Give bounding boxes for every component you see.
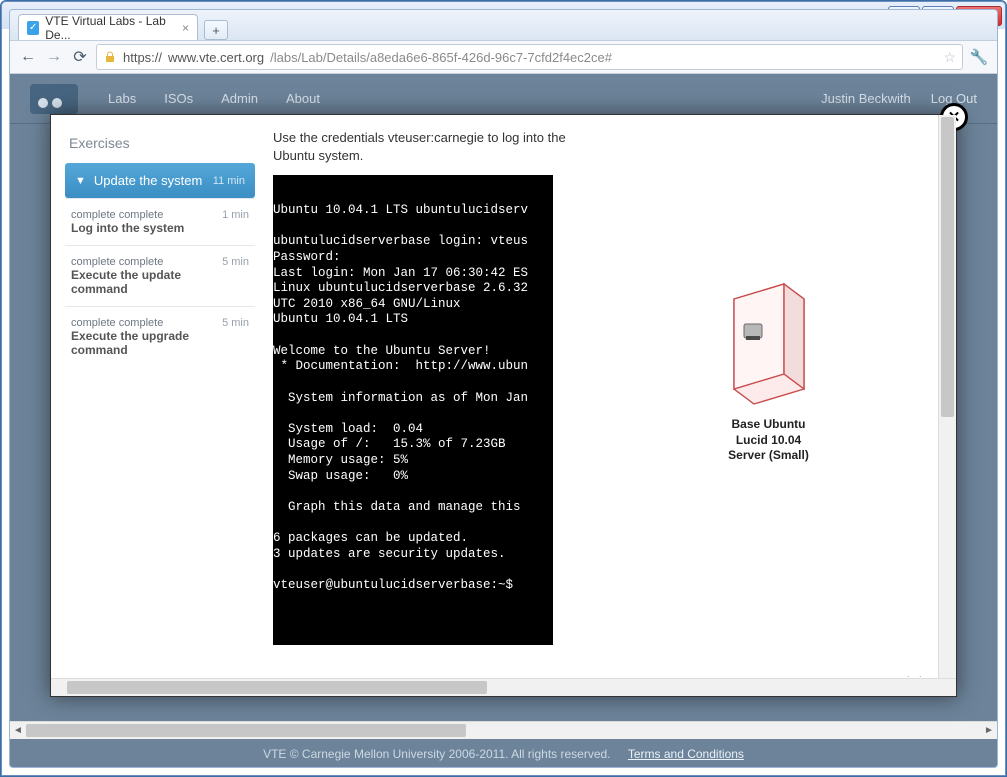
page-viewport: Labs ISOs Admin About Justin Beckwith Lo… (10, 74, 997, 767)
wrench-menu-icon[interactable]: 🔧 (969, 48, 989, 66)
address-bar[interactable]: https:// www.vte.cert.org/labs/Lab/Detail… (96, 44, 963, 70)
vm-panel: Base Ubuntu Lucid 10.04 Server (Small) ⋰… (601, 129, 936, 676)
favicon: ✓ (27, 21, 39, 35)
sidebar-heading: Exercises (65, 129, 255, 163)
exercise-status: complete complete (71, 256, 214, 268)
browser-chrome: ✓ VTE Virtual Labs - Lab De... × + ← → ⟳… (9, 9, 998, 768)
instruction-text: Use the credentials vteuser:carnegie to … (273, 129, 573, 165)
url-host: www.vte.cert.org (168, 50, 264, 65)
scroll-thumb[interactable] (26, 724, 466, 737)
nav-admin[interactable]: Admin (221, 91, 258, 106)
browser-toolbar: ← → ⟳ https:// www.vte.cert.org/labs/Lab/… (10, 40, 997, 74)
nav-labs[interactable]: Labs (108, 91, 136, 106)
scroll-right-arrow-icon[interactable]: ► (981, 722, 997, 739)
site-logo[interactable] (30, 84, 78, 114)
exercise-active-label: Update the system (94, 173, 202, 188)
exercise-title: Execute the update command (71, 268, 181, 296)
exercise-duration: 5 min (222, 317, 249, 329)
reload-icon[interactable]: ⟳ (70, 47, 90, 67)
terminal-output[interactable]: Ubuntu 10.04.1 LTS ubuntulucidserv ubunt… (273, 175, 553, 645)
vm-label: Base Ubuntu Lucid 10.04 Server (Small) (601, 417, 936, 464)
exercise-item[interactable]: complete complete Log into the system 1 … (65, 198, 255, 245)
bookmark-star-icon[interactable]: ☆ (943, 49, 956, 66)
url-scheme: https:// (123, 50, 162, 65)
chevron-down-icon: ▼ (75, 175, 86, 187)
exercise-active[interactable]: ▼ Update the system 11 min (65, 163, 255, 198)
modal-horizontal-scrollbar[interactable] (51, 678, 956, 696)
exercise-status: complete complete (71, 209, 214, 221)
exercise-duration: 5 min (222, 256, 249, 268)
nav-about[interactable]: About (286, 91, 320, 106)
footer-terms-link[interactable]: Terms and Conditions (628, 747, 744, 761)
lab-main: Use the credentials vteuser:carnegie to … (273, 129, 583, 676)
exercises-sidebar: Exercises ▼ Update the system 11 min com… (65, 129, 255, 676)
nav-isos[interactable]: ISOs (164, 91, 193, 106)
os-window: — ❐ ✕ ✓ VTE Virtual Labs - Lab De... × +… (0, 0, 1007, 777)
exercise-status: complete complete (71, 317, 214, 329)
user-name[interactable]: Justin Beckwith (821, 91, 911, 106)
footer-copyright: VTE © Carnegie Mellon University 2006-20… (263, 747, 610, 761)
exercise-active-duration: 11 min (213, 175, 245, 187)
page-horizontal-scrollbar[interactable]: ◄ ► (10, 721, 997, 739)
browser-tab[interactable]: ✓ VTE Virtual Labs - Lab De... × (18, 14, 198, 40)
new-tab-button[interactable]: + (204, 20, 228, 40)
modal-vertical-scrollbar[interactable] (938, 115, 956, 678)
exercise-title: Execute the upgrade command (71, 329, 189, 357)
exercise-duration: 1 min (222, 209, 249, 221)
forward-icon[interactable]: → (44, 47, 64, 67)
exercise-item[interactable]: complete complete Execute the upgrade co… (65, 306, 255, 367)
exercise-title: Log into the system (71, 221, 184, 235)
tab-title: VTE Virtual Labs - Lab De... (45, 14, 176, 42)
server-icon[interactable] (714, 269, 824, 409)
exercise-item[interactable]: complete complete Execute the update com… (65, 245, 255, 306)
close-tab-icon[interactable]: × (182, 21, 189, 35)
tab-strip: ✓ VTE Virtual Labs - Lab De... × + (10, 10, 997, 40)
lock-icon (103, 50, 117, 64)
url-path: /labs/Lab/Details/a8eda6e6-865f-426d-96c… (270, 50, 612, 65)
scroll-left-arrow-icon[interactable]: ◄ (10, 722, 26, 739)
back-icon[interactable]: ← (18, 47, 38, 67)
lab-modal: ✕ Exercises ▼ Update the system 11 min (50, 114, 957, 697)
site-footer: VTE © Carnegie Mellon University 2006-20… (10, 747, 997, 761)
